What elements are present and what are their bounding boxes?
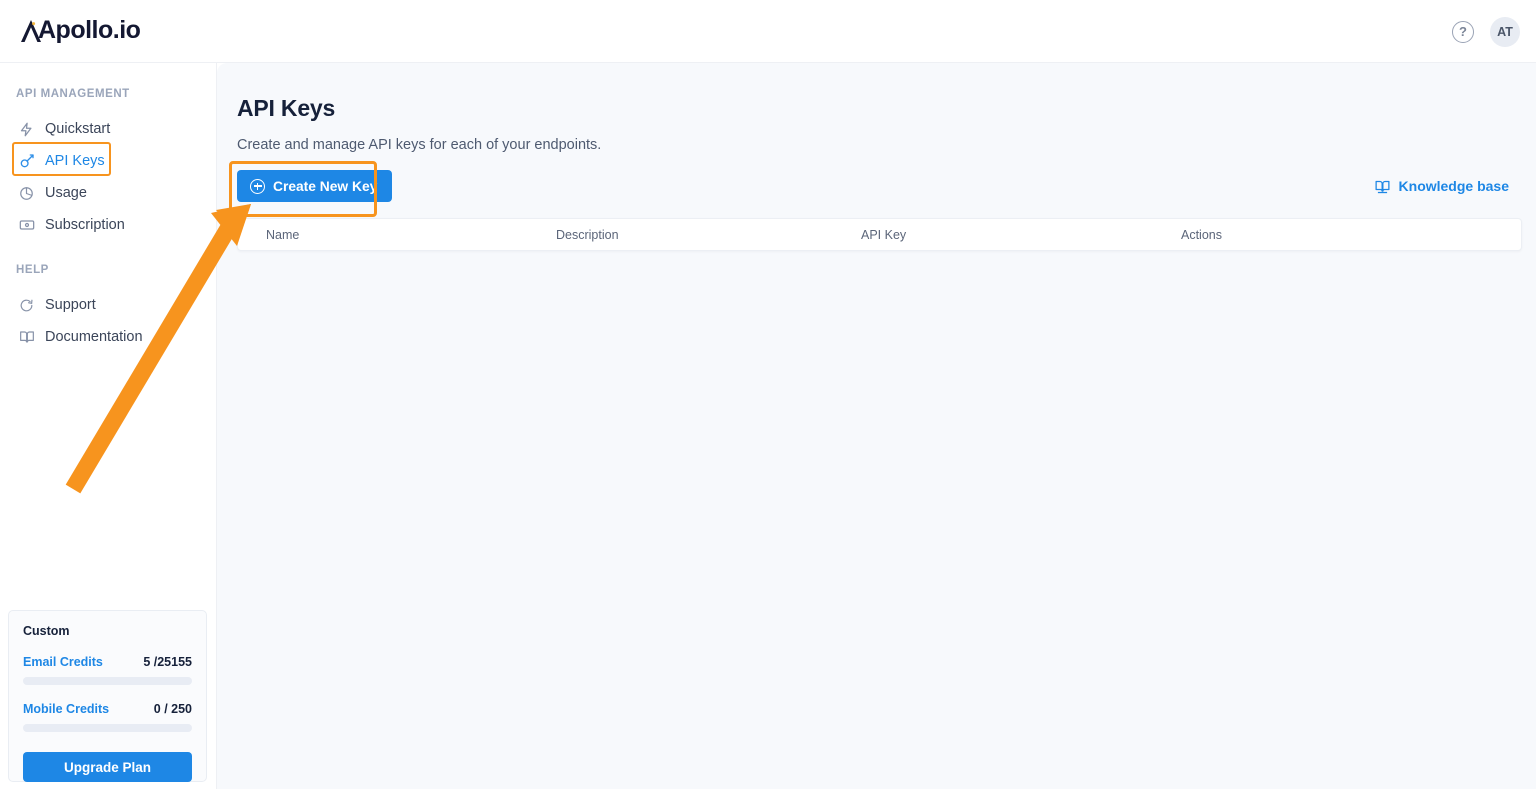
sidebar-item-quickstart[interactable]: Quickstart — [0, 113, 217, 145]
sidebar-item-label: Support — [45, 297, 96, 313]
sidebar-item-usage[interactable]: Usage — [0, 177, 217, 209]
knowledge-base-link[interactable]: Knowledge base — [1374, 178, 1509, 195]
create-new-key-button[interactable]: Create New Key — [237, 170, 393, 202]
top-bar-actions: ? AT — [1452, 0, 1520, 63]
book-icon — [1374, 178, 1391, 195]
action-row: Create New Key Knowledge base — [228, 161, 1523, 217]
avatar[interactable]: AT — [1490, 16, 1520, 47]
sidebar-item-subscription[interactable]: Subscription — [0, 209, 217, 241]
apollo-logo[interactable]: Apollo.io — [20, 16, 141, 44]
column-header-description: Description — [556, 227, 619, 242]
plan-name: Custom — [23, 624, 70, 638]
create-new-key-highlight: Create New Key — [228, 161, 393, 217]
email-credits-progress — [23, 677, 192, 685]
sidebar-nav-api-management: Quickstart API Keys Usage Subscription — [0, 113, 217, 241]
sidebar-nav-help: Support Documentation — [0, 289, 217, 353]
mobile-credits-progress — [23, 724, 192, 732]
page-subtitle: Create and manage API keys for each of y… — [237, 137, 602, 153]
table-header-row: Name Description API Key Actions — [238, 219, 1521, 250]
knowledge-base-label: Knowledge base — [1398, 178, 1509, 194]
credits-card: Custom Email Credits 5 /25155 Mobile Cre… — [8, 610, 207, 782]
sidebar-item-api-keys[interactable]: API Keys — [0, 142, 217, 177]
app-root: Apollo.io ? AT API MANAGEMENT Quickstart… — [0, 0, 1536, 789]
lifebuoy-icon — [18, 297, 35, 314]
sidebar-item-label: Quickstart — [45, 121, 111, 137]
sidebar: API MANAGEMENT Quickstart API Keys Usage — [0, 63, 217, 789]
pie-chart-icon — [18, 185, 35, 202]
upgrade-plan-button[interactable]: Upgrade Plan — [23, 752, 192, 782]
email-credits-row: Email Credits 5 /25155 — [23, 655, 192, 669]
question-mark-icon[interactable]: ? — [1452, 20, 1474, 43]
main-content: API Keys Create and manage API keys for … — [217, 63, 1536, 789]
email-credits-value: 5 /25155 — [143, 655, 192, 669]
mobile-credits-label[interactable]: Mobile Credits — [23, 702, 109, 716]
top-bar: Apollo.io ? AT — [0, 0, 1536, 63]
sidebar-item-label: Subscription — [45, 217, 125, 233]
sidebar-section-label-api-management: API MANAGEMENT — [16, 88, 130, 100]
sidebar-item-label: API Keys — [45, 153, 105, 169]
sidebar-item-label: Usage — [45, 185, 87, 201]
mobile-credits-value: 0 / 250 — [153, 702, 192, 716]
book-icon — [18, 329, 35, 346]
api-keys-table: Name Description API Key Actions — [237, 218, 1522, 251]
brand-name: Apollo.io — [38, 16, 141, 44]
sidebar-item-label: Documentation — [45, 329, 143, 345]
mobile-credits-row: Mobile Credits 0 / 250 — [23, 702, 192, 716]
column-header-api-key: API Key — [861, 227, 907, 242]
lightning-bolt-icon — [18, 121, 35, 138]
sidebar-section-label-help: HELP — [16, 264, 49, 276]
page-title: API Keys — [237, 95, 336, 121]
column-header-name: Name — [266, 227, 300, 242]
column-header-actions: Actions — [1181, 227, 1222, 242]
create-new-key-label: Create New Key — [273, 178, 378, 194]
key-icon — [18, 153, 35, 170]
sidebar-item-documentation[interactable]: Documentation — [0, 321, 217, 353]
plus-circle-icon — [250, 178, 265, 194]
sidebar-item-support[interactable]: Support — [0, 289, 217, 321]
credit-card-icon — [18, 217, 35, 234]
email-credits-label[interactable]: Email Credits — [23, 655, 103, 669]
